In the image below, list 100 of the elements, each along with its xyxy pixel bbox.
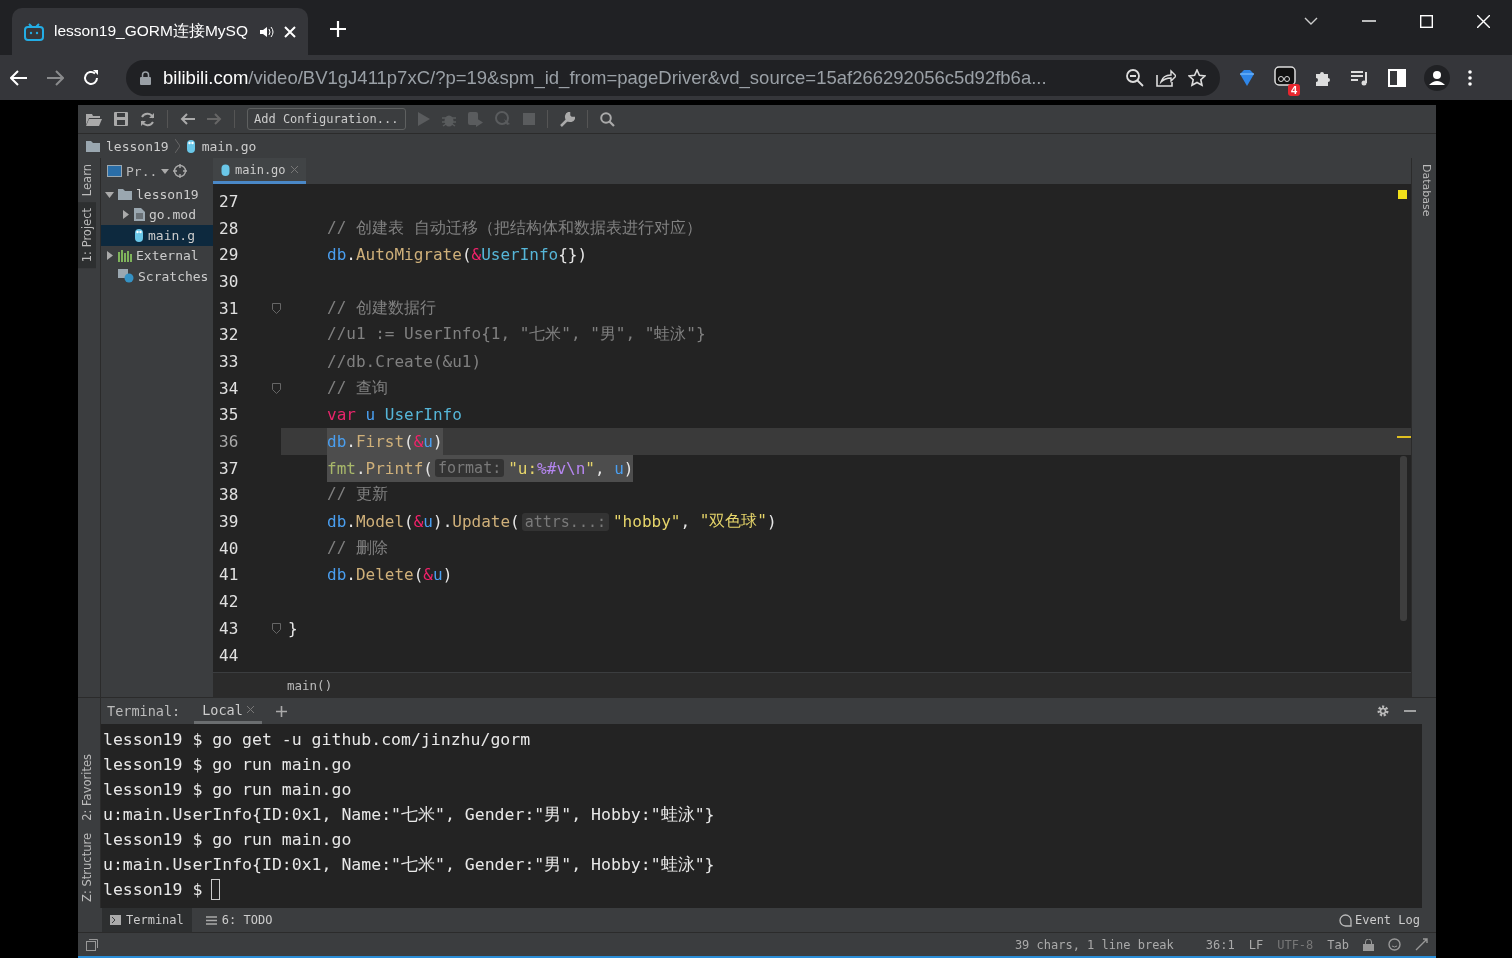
terminal-line: lesson19 $ go get -u github.com/jinzhu/gorm (103, 730, 531, 749)
forward-icon[interactable] (46, 69, 64, 86)
code-line: // 创建表 自动迁移（把结构体和数据表进行对应） (327, 216, 702, 239)
share-icon[interactable] (1156, 68, 1176, 87)
new-tab-icon[interactable] (330, 21, 346, 37)
add-configuration-button[interactable]: Add Configuration... (247, 108, 406, 130)
code-line: // 更新 (327, 483, 388, 506)
maximize-icon[interactable] (1420, 14, 1433, 28)
zoom-out-icon[interactable] (1126, 68, 1144, 87)
gopher-icon (221, 163, 230, 176)
code-line: var u UserInfo (327, 404, 462, 427)
lock-icon (140, 70, 151, 85)
breadcrumb-item[interactable]: lesson19 (106, 138, 169, 154)
panel-title[interactable]: Pr.. (126, 163, 158, 179)
menu-icon[interactable] (1468, 69, 1472, 86)
search-icon[interactable] (599, 111, 615, 127)
sync-icon[interactable] (140, 111, 155, 127)
save-icon[interactable] (114, 112, 128, 126)
line-number: 39 (219, 512, 239, 532)
tool-window-tab[interactable]: Database (1412, 158, 1436, 223)
status-item[interactable]: 36:1 (1205, 937, 1235, 952)
fold-icon[interactable] (272, 382, 281, 394)
line-number: 42 (219, 592, 239, 612)
fold-icon[interactable] (272, 622, 281, 634)
line-number: 35 (219, 405, 239, 425)
diamond-icon[interactable] (1238, 68, 1256, 87)
code-line: // 删除 (327, 536, 388, 559)
line-number: 28 (219, 218, 239, 238)
side-panel-icon[interactable] (1388, 68, 1406, 87)
tool-window-tab[interactable]: 2: Favorites (78, 748, 100, 828)
breadcrumb-item[interactable]: main.go (201, 138, 257, 154)
media-list-icon[interactable] (1350, 69, 1370, 86)
terminal-line: u:main.UserInfo{ID:0x1, Name:"七米", Gender:"男", Hobby:"蛙泳"} (103, 853, 715, 876)
tool-window-tab[interactable]: 6: TODO (197, 908, 281, 932)
tree-item[interactable]: lesson19 (136, 186, 199, 202)
code-line: db.AutoMigrate(&UserInfo{}) (327, 244, 588, 267)
lock-icon[interactable] (1363, 938, 1374, 951)
memory-icon[interactable] (1415, 938, 1428, 951)
layout-icon[interactable] (86, 938, 98, 951)
reload-icon[interactable] (82, 68, 100, 87)
speaker-icon[interactable] (260, 25, 274, 38)
line-number: 34 (219, 378, 239, 398)
terminal-line: u:main.UserInfo{ID:0x1, Name:"七米", Gender:"男", Hobby:"蛙泳"} (103, 803, 715, 826)
line-number: 37 (219, 458, 239, 478)
scrollbar[interactable] (1400, 456, 1407, 621)
terminal-line: lesson19 $ go run main.go (103, 780, 352, 799)
line-number: 40 (219, 538, 239, 558)
tree-item[interactable]: go.mod (149, 207, 196, 223)
caret-icon[interactable] (121, 210, 130, 220)
profile-icon[interactable] (1424, 64, 1450, 91)
scratch-icon (118, 269, 134, 284)
code-line: } (288, 617, 298, 640)
dropdown-icon[interactable] (161, 168, 170, 174)
fold-icon[interactable] (272, 302, 281, 314)
terminal-title: Terminal: (107, 703, 181, 719)
chevron-right-icon (174, 139, 180, 153)
gopher-icon (134, 228, 144, 243)
tool-window-tab[interactable]: 1: Project (78, 202, 96, 269)
tool-window-tab[interactable]: Z: Structure (78, 827, 100, 908)
bubble-icon[interactable] (1338, 913, 1352, 927)
gopher-icon (185, 139, 196, 153)
caret-icon[interactable] (105, 189, 114, 199)
line-number: 27 (219, 191, 239, 211)
line-number: 31 (219, 298, 239, 318)
status-item[interactable]: 39 chars, 1 line break (1014, 937, 1174, 952)
add-icon[interactable] (275, 705, 287, 717)
caret-icon[interactable] (105, 251, 114, 261)
code-line: //u1 := UserInfo{1, "七米", "男", "蛙泳"} (327, 323, 706, 346)
editor-tab[interactable]: main.go (213, 158, 306, 184)
folder-icon (86, 140, 100, 152)
folder-icon (118, 188, 132, 201)
tool-window-tab[interactable]: Learn (78, 158, 96, 203)
tree-item[interactable]: Scratches (138, 268, 209, 284)
line-number: 36 (219, 432, 239, 452)
terminal-line: lesson19 $ go run main.go (103, 755, 352, 774)
wrench-icon[interactable] (559, 111, 575, 127)
library-icon (118, 249, 132, 262)
chevron-down-icon[interactable] (1304, 17, 1318, 25)
open-folder-icon[interactable] (86, 112, 102, 126)
status-item[interactable]: Tab (1327, 937, 1349, 952)
line-number: 41 (219, 565, 239, 585)
settings-icon[interactable] (1376, 704, 1390, 718)
locate-icon[interactable] (173, 164, 188, 178)
terminal-icon (110, 915, 121, 925)
function-breadcrumb[interactable]: main() (287, 677, 333, 693)
terminal-line: lesson19 $ go run main.go (103, 830, 352, 849)
event-log-button[interactable]: Event Log (1354, 913, 1420, 927)
tree-item[interactable]: External (136, 248, 199, 264)
inspector-icon[interactable] (1388, 938, 1401, 951)
code-line: db.Delete(&u) (327, 564, 453, 587)
list-icon (205, 915, 217, 925)
status-item[interactable]: LF (1248, 937, 1264, 952)
tool-window-tab[interactable]: Terminal (102, 908, 192, 932)
star-icon[interactable] (1188, 68, 1206, 87)
extension-icon[interactable] (1274, 65, 1296, 86)
code-line: // 创建数据行 (327, 296, 436, 319)
browser-tab[interactable]: lesson19_GORM连接MySQ (12, 8, 308, 55)
code-line: db.Model(&u).Update( attrs...: "hobby", "双色球") (327, 510, 777, 534)
line-number: 43 (219, 618, 239, 638)
address-bar[interactable]: bilibili.com/video/BV1gJ411p7xC/?p=19&spm_id_from=pageDriver&vd_source=15af266292056c5d92fb6a... (126, 59, 1220, 96)
